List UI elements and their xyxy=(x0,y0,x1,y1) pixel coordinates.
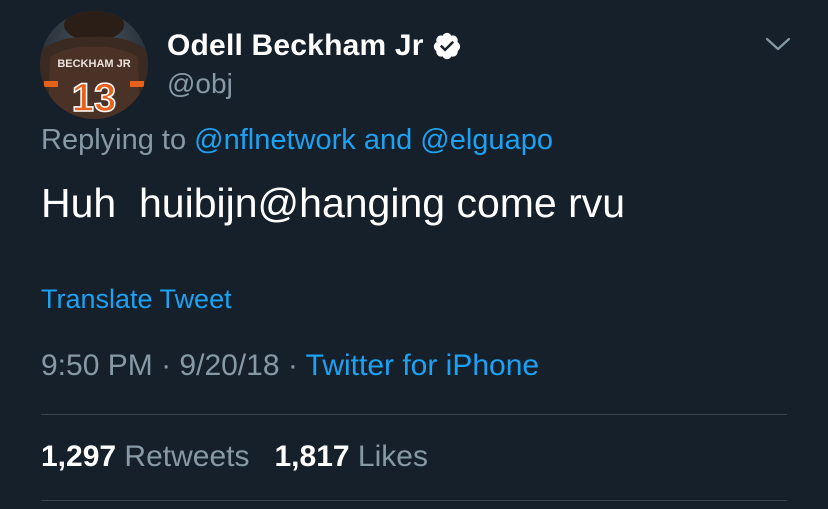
retweets-count: 1,297 xyxy=(41,440,117,473)
divider xyxy=(41,500,787,501)
translate-tweet-link[interactable]: Translate Tweet xyxy=(41,284,232,315)
user-handle[interactable]: @obj xyxy=(167,68,233,100)
reply-connector: and xyxy=(363,124,413,156)
tweet-meta: 9:50 PM · 9/20/18 · Twitter for iPhone xyxy=(41,349,539,383)
tweet-text: Huh huibijn@hanging come rvu xyxy=(41,180,626,226)
replying-prefix: Replying to xyxy=(41,124,187,156)
name-row: Odell Beckham Jr xyxy=(167,26,462,66)
tweet-time[interactable]: 9:50 PM xyxy=(41,349,153,382)
display-name[interactable]: Odell Beckham Jr xyxy=(167,29,424,63)
reply-user-link-2[interactable]: @elguapo xyxy=(420,124,553,156)
divider xyxy=(41,414,787,415)
meta-separator: · xyxy=(161,349,172,382)
tweet-date[interactable]: 9/20/18 xyxy=(179,349,279,382)
avatar-jersey-name: BECKHAM JR xyxy=(57,58,130,70)
avatar-jersey-number: 13 xyxy=(72,76,117,119)
tweet-card: BECKHAM JR 13 Odell Beckham Jr @obj Repl… xyxy=(0,0,828,509)
likes-count: 1,817 xyxy=(274,440,350,473)
tweet-stats: 1,297 Retweets 1,817 Likes xyxy=(41,440,428,474)
replying-to-line: Replying to @nflnetwork and @elguapo xyxy=(41,124,553,157)
reply-user-link-1[interactable]: @nflnetwork xyxy=(194,124,356,156)
tweet-source-link[interactable]: Twitter for iPhone xyxy=(306,349,539,382)
chevron-down-icon[interactable] xyxy=(764,34,792,54)
avatar[interactable]: BECKHAM JR 13 xyxy=(40,11,148,119)
retweets-label: Retweets xyxy=(124,440,250,473)
retweets-stat[interactable]: 1,297 Retweets xyxy=(41,440,258,473)
meta-separator: · xyxy=(287,349,298,382)
likes-label: Likes xyxy=(357,440,428,473)
verified-badge-icon xyxy=(432,31,462,61)
likes-stat[interactable]: 1,817 Likes xyxy=(275,440,428,473)
